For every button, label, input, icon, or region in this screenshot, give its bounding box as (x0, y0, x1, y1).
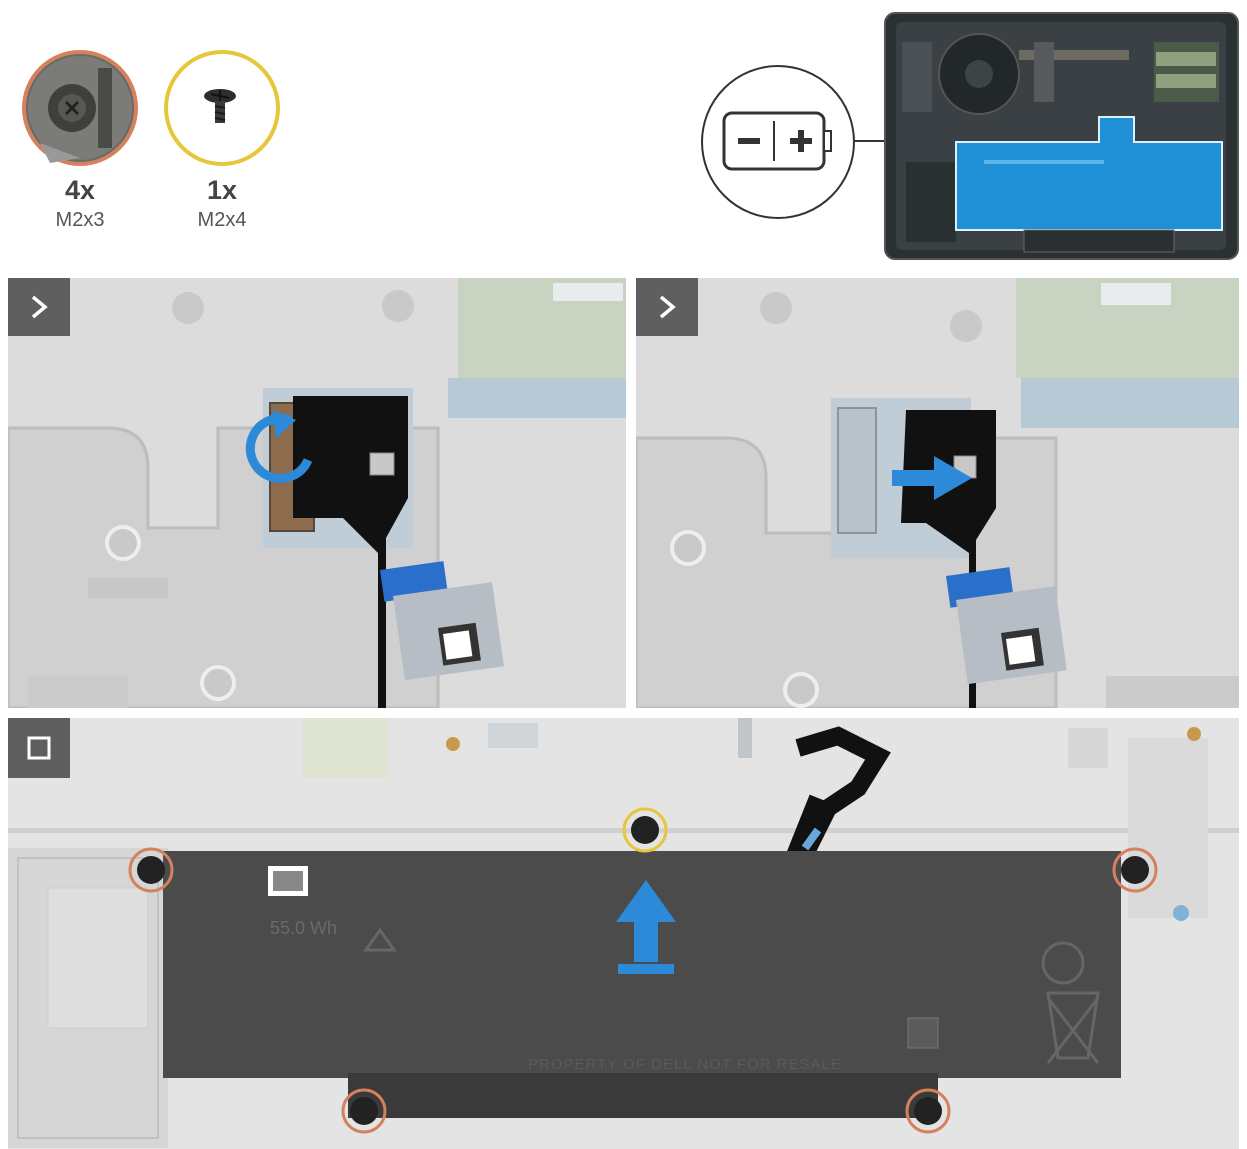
screw-m2x3-top-left (128, 847, 174, 893)
screw-size-m2x4: M2x4 (197, 209, 247, 231)
rotate-arrow-icon (245, 410, 313, 483)
battery-symbol-callout (700, 63, 860, 223)
chevron-right-icon (659, 295, 676, 319)
battery-footer-text: PROPERTY OF DELL NOT FOR RESALE (528, 1056, 842, 1073)
step-panel-lift-battery: 55.0 Wh PROPERTY OF DELL NOT FOR RESALE (8, 718, 1239, 1149)
screw-m2x3-top-right (1112, 847, 1158, 893)
battery-icon (701, 65, 855, 219)
screw-m2x4-icon (164, 50, 280, 166)
battery-capacity-label: 55.0 Wh (270, 918, 338, 938)
palmrest-background (8, 278, 626, 708)
screw-m2x3-callout (20, 48, 140, 168)
step-panel-slide-cable (636, 278, 1239, 708)
screw-m2x3-bottom-left (341, 1088, 387, 1134)
screw-head-m2x3-icon (22, 50, 138, 166)
screw-size-m2x3: M2x3 (55, 209, 105, 231)
laptop-base-image (884, 12, 1239, 260)
square-stop-icon (27, 736, 51, 760)
step-badge-next (636, 278, 698, 336)
lift-arrow-icon (616, 880, 676, 974)
push-arrow-icon (892, 456, 972, 500)
step-panel-disconnect (8, 278, 626, 708)
step-badge-final (8, 718, 70, 778)
screw-count-m2x3: 4x (64, 175, 96, 205)
screw-count-m2x4: 1x (206, 175, 238, 205)
screw-m2x4-top-center (622, 807, 668, 853)
screw-m2x4-callout (162, 48, 282, 168)
chevron-right-icon (31, 295, 48, 319)
screw-m2x3-bottom-right (905, 1088, 951, 1134)
laptop-base-overview (884, 12, 1239, 260)
step-badge-next (8, 278, 70, 336)
